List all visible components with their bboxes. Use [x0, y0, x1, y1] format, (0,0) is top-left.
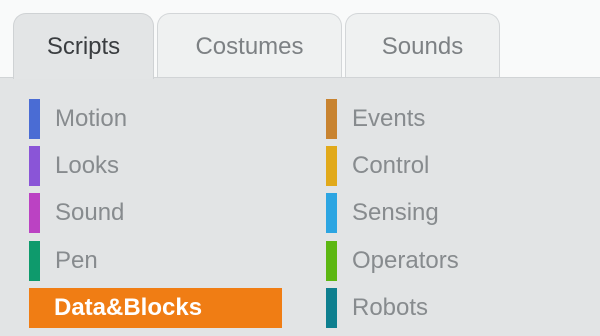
operators-color-swatch: [326, 241, 337, 281]
category-control-label: Control: [352, 152, 430, 179]
category-motion-label: Motion: [55, 105, 128, 132]
category-data-blocks[interactable]: Data&Blocks: [29, 288, 282, 328]
category-pen-label: Pen: [55, 247, 98, 274]
category-robots-label: Robots: [352, 294, 429, 321]
category-sensing-label: Sensing: [352, 199, 439, 226]
tab-costumes-label: Costumes: [195, 33, 304, 60]
events-color-swatch: [326, 99, 337, 139]
category-motion[interactable]: Motion: [29, 99, 127, 139]
tab-sounds-label: Sounds: [381, 33, 464, 60]
block-category-palette: Motion Looks Sound Pen Data&Blocks Event…: [0, 77, 600, 336]
category-robots[interactable]: Robots: [326, 288, 428, 328]
category-looks-label: Looks: [55, 152, 120, 179]
data-blocks-color-swatch: [29, 288, 40, 328]
tab-scripts[interactable]: Scripts: [13, 13, 154, 79]
control-color-swatch: [326, 146, 337, 186]
category-control[interactable]: Control: [326, 146, 429, 186]
tab-sounds[interactable]: Sounds: [345, 13, 500, 79]
tab-bar: Scripts Costumes Sounds: [0, 0, 600, 79]
tab-costumes[interactable]: Costumes: [157, 13, 342, 79]
category-operators-label: Operators: [352, 247, 459, 274]
category-looks[interactable]: Looks: [29, 146, 119, 186]
motion-color-swatch: [29, 99, 40, 139]
category-operators[interactable]: Operators: [326, 241, 459, 281]
sound-color-swatch: [29, 193, 40, 233]
category-sound[interactable]: Sound: [29, 193, 124, 233]
sensing-color-swatch: [326, 193, 337, 233]
category-events[interactable]: Events: [326, 99, 425, 139]
category-sound-label: Sound: [55, 199, 125, 226]
category-data-blocks-label: Data&Blocks: [54, 294, 203, 321]
category-pen[interactable]: Pen: [29, 241, 98, 281]
category-events-label: Events: [352, 105, 426, 132]
pen-color-swatch: [29, 241, 40, 281]
category-sensing[interactable]: Sensing: [326, 193, 439, 233]
robots-color-swatch: [326, 288, 337, 328]
tab-scripts-label: Scripts: [46, 33, 121, 60]
looks-color-swatch: [29, 146, 40, 186]
